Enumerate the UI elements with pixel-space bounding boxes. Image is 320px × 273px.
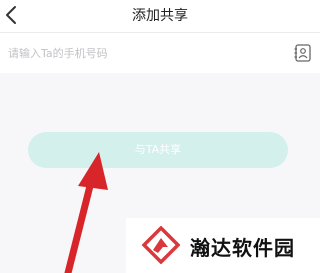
header-bar: 添加共享: [0, 0, 320, 32]
share-with-ta-button[interactable]: 与TA共享: [28, 132, 288, 168]
phone-number-input[interactable]: [8, 44, 278, 62]
watermark-logo-icon: [142, 226, 180, 264]
page-title: 添加共享: [132, 8, 188, 24]
phone-input-row: [0, 33, 320, 73]
watermark-text: 瀚达软件园: [190, 236, 295, 260]
contact-book-icon[interactable]: [293, 43, 313, 63]
